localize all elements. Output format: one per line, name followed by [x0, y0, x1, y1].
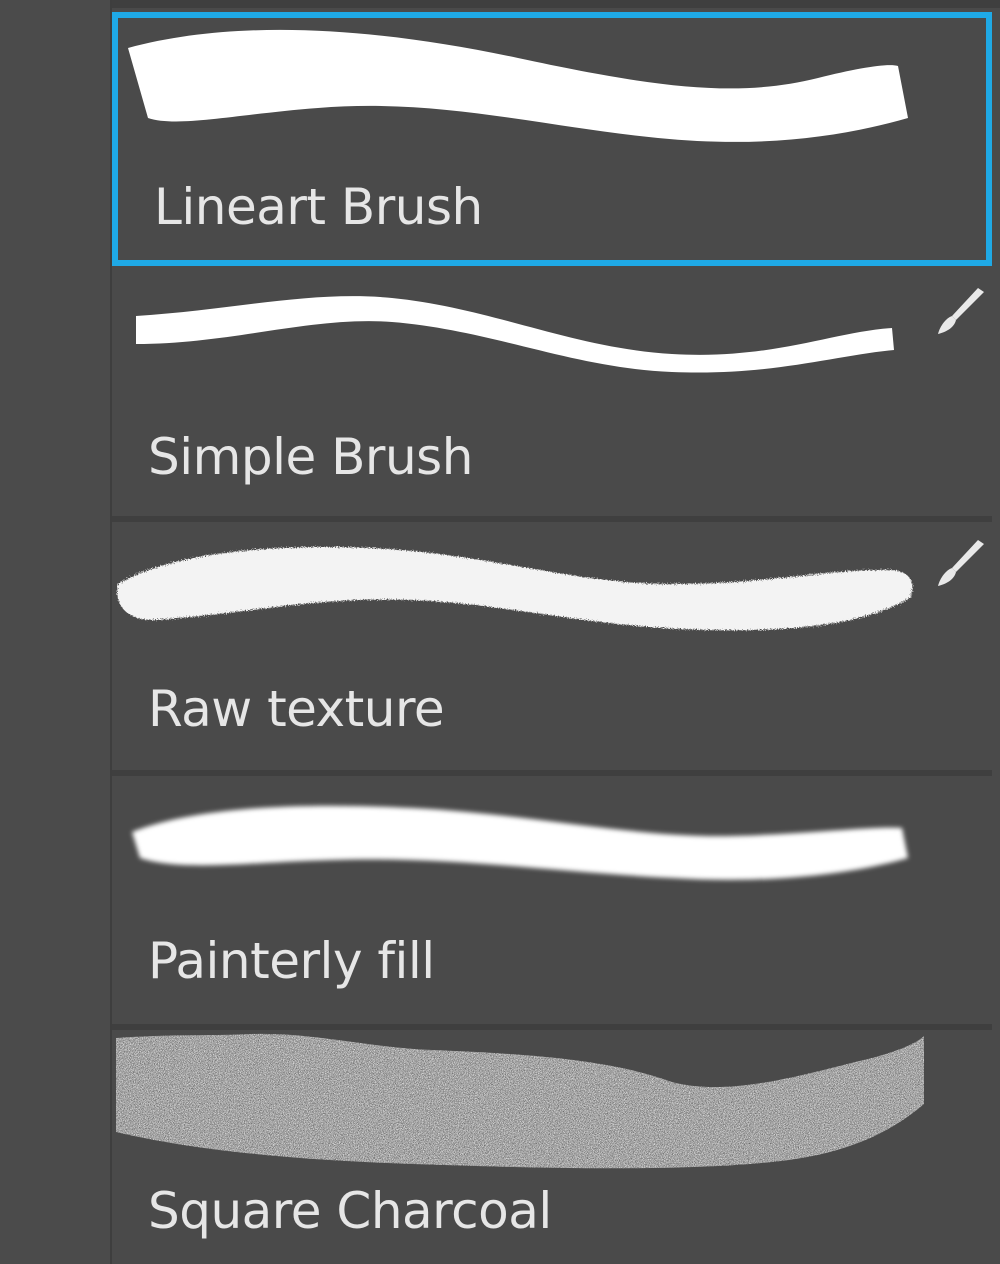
brush-item-label: Square Charcoal — [148, 1182, 552, 1240]
simple-brush-stroke-preview — [136, 296, 894, 373]
paintbrush-icon — [938, 288, 984, 334]
painterly-fill-stroke-preview — [132, 805, 908, 880]
brush-item-painterly-fill[interactable]: Painterly fill — [112, 778, 992, 1030]
brush-item-label: Raw texture — [148, 680, 445, 738]
brush-item-raw-texture[interactable]: Raw texture — [112, 524, 992, 776]
brush-item-square-charcoal[interactable]: Square Charcoal — [112, 1032, 992, 1264]
panel-gutter — [0, 0, 112, 1264]
brush-item-label: Simple Brush — [148, 428, 473, 486]
raw-texture-stroke-preview — [117, 547, 913, 631]
lineart-brush-stroke-preview — [128, 29, 908, 142]
brush-item-lineart-brush[interactable]: Lineart Brush — [112, 12, 992, 266]
brush-item-label: Lineart Brush — [154, 178, 483, 236]
brush-presets-panel: Lineart Brush Simple Brush Raw texture P… — [0, 0, 1000, 1264]
brush-item-label: Painterly fill — [148, 932, 435, 990]
brush-list: Lineart Brush Simple Brush Raw texture P… — [112, 8, 1000, 1264]
square-charcoal-stroke-preview — [116, 1033, 924, 1169]
panel-top-edge — [112, 0, 1000, 8]
paintbrush-icon — [938, 540, 984, 586]
brush-item-simple-brush[interactable]: Simple Brush — [112, 270, 992, 522]
